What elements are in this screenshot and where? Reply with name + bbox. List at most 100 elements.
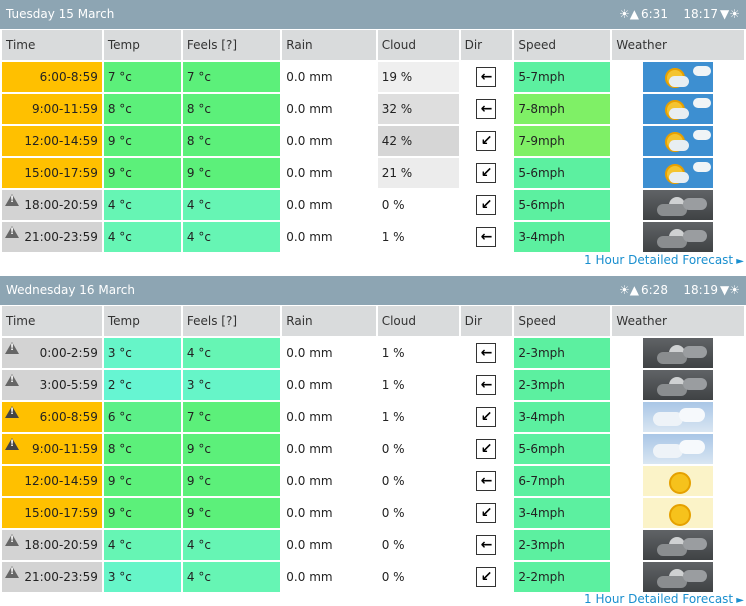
temp-cell: 6 °c xyxy=(103,402,181,432)
column-header-feels[interactable]: Feels [?] xyxy=(182,306,281,336)
table-row: 9:00-11:59 8 °c9 °c 0.0 mm 0 % ↙ 5-6mph xyxy=(2,434,744,464)
weather-cell xyxy=(612,498,744,528)
time-cell: 12:00-14:59 xyxy=(2,466,102,496)
table-row: 12:00-14:59 9 °c 9 °c 0.0 mm 0 % ← 6-7mph xyxy=(2,466,744,496)
time-cell: 9:00-11:59 xyxy=(2,94,102,124)
cloudy-weather-icon xyxy=(643,434,714,464)
wind-speed-cell: 5-6mph xyxy=(514,190,611,220)
feels-cell: 4 °c xyxy=(182,530,281,560)
time-range: 18:00-20:59 xyxy=(24,538,98,552)
sunrise-icon: ☀▲ xyxy=(619,7,639,21)
play-arrow-icon: ► xyxy=(733,256,744,267)
cloud-cell: 21 % xyxy=(377,158,459,188)
feels-cell: 4 °c xyxy=(182,562,281,592)
temp-cell: 2 °c xyxy=(103,370,181,400)
table-row: 6:00-8:59 6 °c7 °c 0.0 mm 1 % ↙ 3-4mph xyxy=(2,402,744,432)
weather-cell xyxy=(612,402,744,432)
sun-weather-icon xyxy=(643,466,714,496)
feels-cell: 7 °c xyxy=(182,62,281,92)
feels-cell: 3 °c xyxy=(182,370,281,400)
temp-cell: 8 °c xyxy=(103,434,181,464)
rain-cell: 0.0 mm xyxy=(286,538,333,552)
hourly-forecast-link[interactable]: 1 Hour Detailed Forecast ► xyxy=(584,253,744,267)
table-row: 21:00-23:59 3 °c4 °c 0.0 mm 0 % ↙ 2-2mph xyxy=(2,562,744,592)
temp-cell: 8 °c xyxy=(103,94,181,124)
day-header: Wednesday 16 March ☀▲ 6:28 18:19 ▼☀ xyxy=(0,276,746,305)
wind-arrow-icon: ← xyxy=(476,471,497,491)
temp-cell: 9 °c xyxy=(103,466,181,496)
wind-direction-cell: ↙ xyxy=(461,158,513,188)
rain-cell: 0.0 mm xyxy=(286,230,333,244)
time-range: 6:00-8:59 xyxy=(39,410,98,424)
time-range: 3:00-5:59 xyxy=(39,378,98,392)
hourly-forecast-link-text: 1 Hour Detailed Forecast xyxy=(584,592,734,606)
wind-speed-cell: 5-6mph xyxy=(514,158,611,188)
wind-arrow-icon: ↙ xyxy=(476,503,497,523)
time-cell: 18:00-20:59 xyxy=(2,530,102,560)
wind-arrow-icon: ↙ xyxy=(476,195,497,215)
night-cloud-weather-icon xyxy=(643,562,714,592)
weather-cell xyxy=(612,126,744,156)
temp-cell: 4 °c xyxy=(103,190,181,220)
sunny-cloud-weather-icon xyxy=(643,158,714,188)
warning-icon[interactable] xyxy=(5,226,19,238)
wind-speed-cell: 5-7mph xyxy=(514,62,611,92)
sunrise-time: 6:31 xyxy=(641,7,668,21)
warning-icon[interactable] xyxy=(5,566,19,578)
play-arrow-icon: ► xyxy=(733,595,744,606)
feels-cell: 8 °c xyxy=(182,94,281,124)
warning-icon[interactable] xyxy=(5,194,19,206)
wind-arrow-icon: ↙ xyxy=(476,407,497,427)
wind-arrow-icon: ↙ xyxy=(476,439,497,459)
column-header-dir: Dir xyxy=(460,306,513,336)
hourly-forecast-link[interactable]: 1 Hour Detailed Forecast ► xyxy=(584,592,744,606)
feels-cell: 4 °c xyxy=(182,190,281,220)
rain-cell: 0.0 mm xyxy=(286,70,333,84)
day-header: Tuesday 15 March ☀▲ 6:31 18:17 ▼☀ xyxy=(0,0,746,29)
sun-times: ☀▲ 6:28 18:19 ▼☀ xyxy=(617,283,740,297)
warning-icon[interactable] xyxy=(5,438,19,450)
wind-arrow-icon: ↙ xyxy=(476,163,497,183)
warning-icon[interactable] xyxy=(5,406,19,418)
day-title: Tuesday 15 March xyxy=(6,7,115,21)
column-header-dir: Dir xyxy=(460,30,513,60)
time-cell: 21:00-23:59 xyxy=(2,222,102,252)
rain-cell: 0.0 mm xyxy=(286,346,333,360)
night-cloud-weather-icon xyxy=(643,190,714,220)
rain-cell: 0.0 mm xyxy=(286,474,333,488)
wind-direction-cell: ← xyxy=(461,370,513,400)
time-cell: 0:00-2:59 xyxy=(2,338,102,368)
hourly-forecast-link-text: 1 Hour Detailed Forecast xyxy=(584,253,734,267)
warning-icon[interactable] xyxy=(5,534,19,546)
column-header-speed: Speed xyxy=(514,306,611,336)
cloudy-weather-icon xyxy=(643,402,714,432)
warning-icon[interactable] xyxy=(5,342,19,354)
night-cloud-weather-icon xyxy=(643,370,714,400)
sunset-icon: ▼☀ xyxy=(720,283,740,297)
time-cell: 6:00-8:59 xyxy=(2,62,102,92)
wind-arrow-icon: ← xyxy=(476,343,497,363)
column-header-time: Time xyxy=(2,306,102,336)
time-range: 9:00-11:59 xyxy=(32,442,98,456)
wind-speed-cell: 2-2mph xyxy=(514,562,611,592)
cloud-cell: 0 % xyxy=(377,562,459,592)
cloud-cell: 0 % xyxy=(377,190,459,220)
rain-cell: 0.0 mm xyxy=(286,410,333,424)
time-range: 15:00-17:59 xyxy=(24,506,98,520)
weather-cell xyxy=(612,94,744,124)
table-row: 18:00-20:59 4 °c4 °c 0.0 mm 0 % ↙ 5-6mph xyxy=(2,190,744,220)
time-range: 12:00-14:59 xyxy=(24,474,98,488)
column-header-feels[interactable]: Feels [?] xyxy=(182,30,281,60)
wind-speed-cell: 2-3mph xyxy=(514,338,611,368)
cloud-cell: 1 % xyxy=(377,222,459,252)
temp-cell: 4 °c xyxy=(103,530,181,560)
weather-cell xyxy=(612,62,744,92)
column-header-weather: Weather xyxy=(612,306,744,336)
column-header-temp: Temp xyxy=(103,30,181,60)
wind-arrow-icon: ← xyxy=(476,99,497,119)
warning-icon[interactable] xyxy=(5,374,19,386)
wind-speed-cell: 7-9mph xyxy=(514,126,611,156)
temp-cell: 9 °c xyxy=(103,126,181,156)
wind-direction-cell: ← xyxy=(461,466,513,496)
